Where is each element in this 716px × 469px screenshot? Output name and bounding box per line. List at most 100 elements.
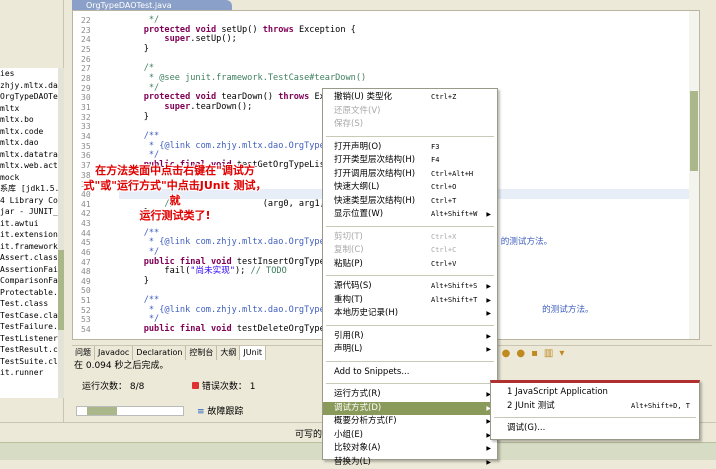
- menu-item[interactable]: 比较对象(A)▶: [323, 442, 497, 456]
- menu-item[interactable]: 声明(L)▶: [323, 343, 497, 357]
- line-number: 51: [81, 296, 117, 306]
- code-token: }: [123, 112, 149, 122]
- line-number: 35: [81, 142, 117, 152]
- menu-item[interactable]: 源代码(S)Alt+Shift+S▶: [323, 280, 497, 294]
- menu-item[interactable]: 快速类型层次结构(H)Ctrl+T: [323, 195, 497, 209]
- line-number: 24: [81, 35, 117, 45]
- code-token: }: [123, 44, 149, 54]
- menu-separator: [326, 226, 494, 227]
- tree-item[interactable]: mltx.datatrans: [0, 149, 58, 161]
- code-token: super: [123, 102, 190, 112]
- tab-javadoc[interactable]: Javadoc: [95, 346, 133, 360]
- tree-item[interactable]: ComparisonFai: [0, 275, 58, 287]
- tree-scrollbar[interactable]: [58, 68, 64, 398]
- menu-item[interactable]: 打开声明(O)F3: [323, 141, 497, 155]
- menu-item-shortcut: Ctrl+C: [431, 244, 456, 258]
- menu-item[interactable]: 替换为(L)▶: [323, 456, 497, 469]
- tree-item[interactable]: mltx.dao: [0, 137, 58, 149]
- tree-item[interactable]: OrgTypeDAOTest: [0, 91, 58, 103]
- code-token: .setUp();: [190, 34, 237, 44]
- tree-item[interactable]: mock: [0, 172, 58, 184]
- tree-item[interactable]: it.framework: [0, 241, 58, 253]
- tree-item[interactable]: ies: [0, 68, 58, 80]
- tree-item[interactable]: Protectable.cl: [0, 287, 58, 299]
- menu-item[interactable]: 打开类型层次结构(H)F4: [323, 154, 497, 168]
- code-token: .tearDown();: [190, 102, 252, 112]
- menu-item[interactable]: 快速大纲(L)Ctrl+O: [323, 181, 497, 195]
- line-number: 32: [81, 113, 117, 123]
- tree-item[interactable]: it.extensions: [0, 229, 58, 241]
- menu-item-shortcut: Ctrl+X: [431, 231, 456, 245]
- tab-declaration[interactable]: Declaration: [133, 346, 186, 360]
- annotation-line: 式"或"运行方式"中点击JUnit 测试，就: [80, 178, 270, 208]
- tree-item[interactable]: TestResult.cl: [0, 344, 58, 356]
- list-icon: ≡: [197, 407, 205, 417]
- tree-item[interactable]: it.awtui: [0, 218, 58, 230]
- menu-item[interactable]: 保存(S): [323, 118, 497, 132]
- tree-item[interactable]: it.runner: [0, 367, 58, 379]
- menu-item[interactable]: 小组(E)▶: [323, 429, 497, 443]
- menu-item[interactable]: 粘贴(P)Ctrl+V: [323, 258, 497, 272]
- tab-问题[interactable]: 问题: [72, 346, 95, 360]
- menu-item[interactable]: 概要分析方式(F)▶: [323, 415, 497, 429]
- package-tree[interactable]: ieszhjy.mltx.daoOrgTypeDAOTestmltxmltx.b…: [0, 68, 58, 398]
- line-number: 48: [81, 267, 117, 277]
- tree-item[interactable]: mltx: [0, 103, 58, 115]
- tree-item[interactable]: TestSuite.clas: [0, 356, 58, 368]
- tree-item[interactable]: TestFailure.cl: [0, 321, 58, 333]
- tree-item[interactable]: Test.class: [0, 298, 58, 310]
- error-icon: [192, 382, 199, 389]
- tree-item[interactable]: mltx.bo: [0, 114, 58, 126]
- line-number: 45: [81, 238, 117, 248]
- menu-item-label: 源代码(S): [334, 281, 372, 291]
- tab-控制台[interactable]: 控制台: [186, 346, 217, 360]
- menu-item[interactable]: 重构(T)Alt+Shift+T▶: [323, 294, 497, 308]
- submenu-arrow-icon: ▶: [486, 280, 491, 294]
- line-number: 36: [81, 151, 117, 161]
- menu-item-label: 调试方式(D): [334, 403, 381, 413]
- menu-item-label: 重构(T): [334, 295, 363, 305]
- tree-item[interactable]: jar - JUNIT_HO: [0, 206, 58, 218]
- tree-item[interactable]: TestCase.class: [0, 310, 58, 322]
- tree-item[interactable]: zhjy.mltx.dao: [0, 80, 58, 92]
- annotation-line: 在方法类面中点击右键在"调试方: [80, 163, 270, 178]
- line-number: 33: [81, 122, 117, 132]
- editor-scrollbar[interactable]: [689, 11, 699, 339]
- submenu-arrow-icon: ▶: [486, 442, 491, 456]
- tree-item[interactable]: mltx.code: [0, 126, 58, 138]
- menu-item[interactable]: 2 JUnit 测试Alt+Shift+D, T: [491, 400, 699, 414]
- menu-item[interactable]: 撤销(U) 类型化Ctrl+Z: [323, 91, 497, 105]
- menu-item[interactable]: 调试(G)...: [491, 422, 699, 436]
- tab-junit[interactable]: JUnit: [240, 346, 266, 360]
- line-number: 23: [81, 26, 117, 36]
- menu-item-label: 撤销(U) 类型化: [334, 92, 392, 102]
- menu-item[interactable]: 剪切(T)Ctrl+X: [323, 231, 497, 245]
- menu-item[interactable]: 打开调用层次结构(H)Ctrl+Alt+H: [323, 168, 497, 182]
- tree-item[interactable]: TestListener.c: [0, 333, 58, 345]
- menu-item[interactable]: 显示位置(W)Alt+Shift+W▶: [323, 208, 497, 222]
- menu-item[interactable]: 调试方式(D)▶: [323, 402, 497, 416]
- tree-item[interactable]: AssertionFail: [0, 264, 58, 276]
- line-number: 54: [81, 325, 117, 335]
- menu-item[interactable]: 复制(C)Ctrl+C: [323, 244, 497, 258]
- code-token: */: [123, 314, 159, 324]
- menu-item[interactable]: 引用(R)▶: [323, 330, 497, 344]
- menu-item[interactable]: 运行方式(R)▶: [323, 388, 497, 402]
- menu-item[interactable]: 还原文件(V): [323, 105, 497, 119]
- menu-item[interactable]: Add to Snippets...: [323, 366, 497, 380]
- line-number: 47: [81, 258, 117, 268]
- tree-item[interactable]: 系库 [jdk1.5.0: [0, 183, 58, 195]
- menu-item-label: 本地历史记录(H): [334, 308, 398, 318]
- line-number: 29: [81, 84, 117, 94]
- tab-大纲[interactable]: 大纲: [217, 346, 240, 360]
- tree-item[interactable]: 4 Library Con: [0, 195, 58, 207]
- runs-label: 运行次数：: [82, 382, 127, 392]
- code-token: "尚未实现": [190, 266, 235, 276]
- tree-item[interactable]: Assert.class: [0, 252, 58, 264]
- menu-item[interactable]: 1 JavaScript Application: [491, 386, 699, 400]
- menu-item-label: Add to Snippets...: [334, 367, 409, 377]
- tree-item[interactable]: mltx.web.actio: [0, 160, 58, 172]
- menu-item[interactable]: 本地历史记录(H)▶: [323, 307, 497, 321]
- hierarchy-scrollbar[interactable]: [76, 406, 184, 416]
- code-token: public final void: [123, 324, 237, 334]
